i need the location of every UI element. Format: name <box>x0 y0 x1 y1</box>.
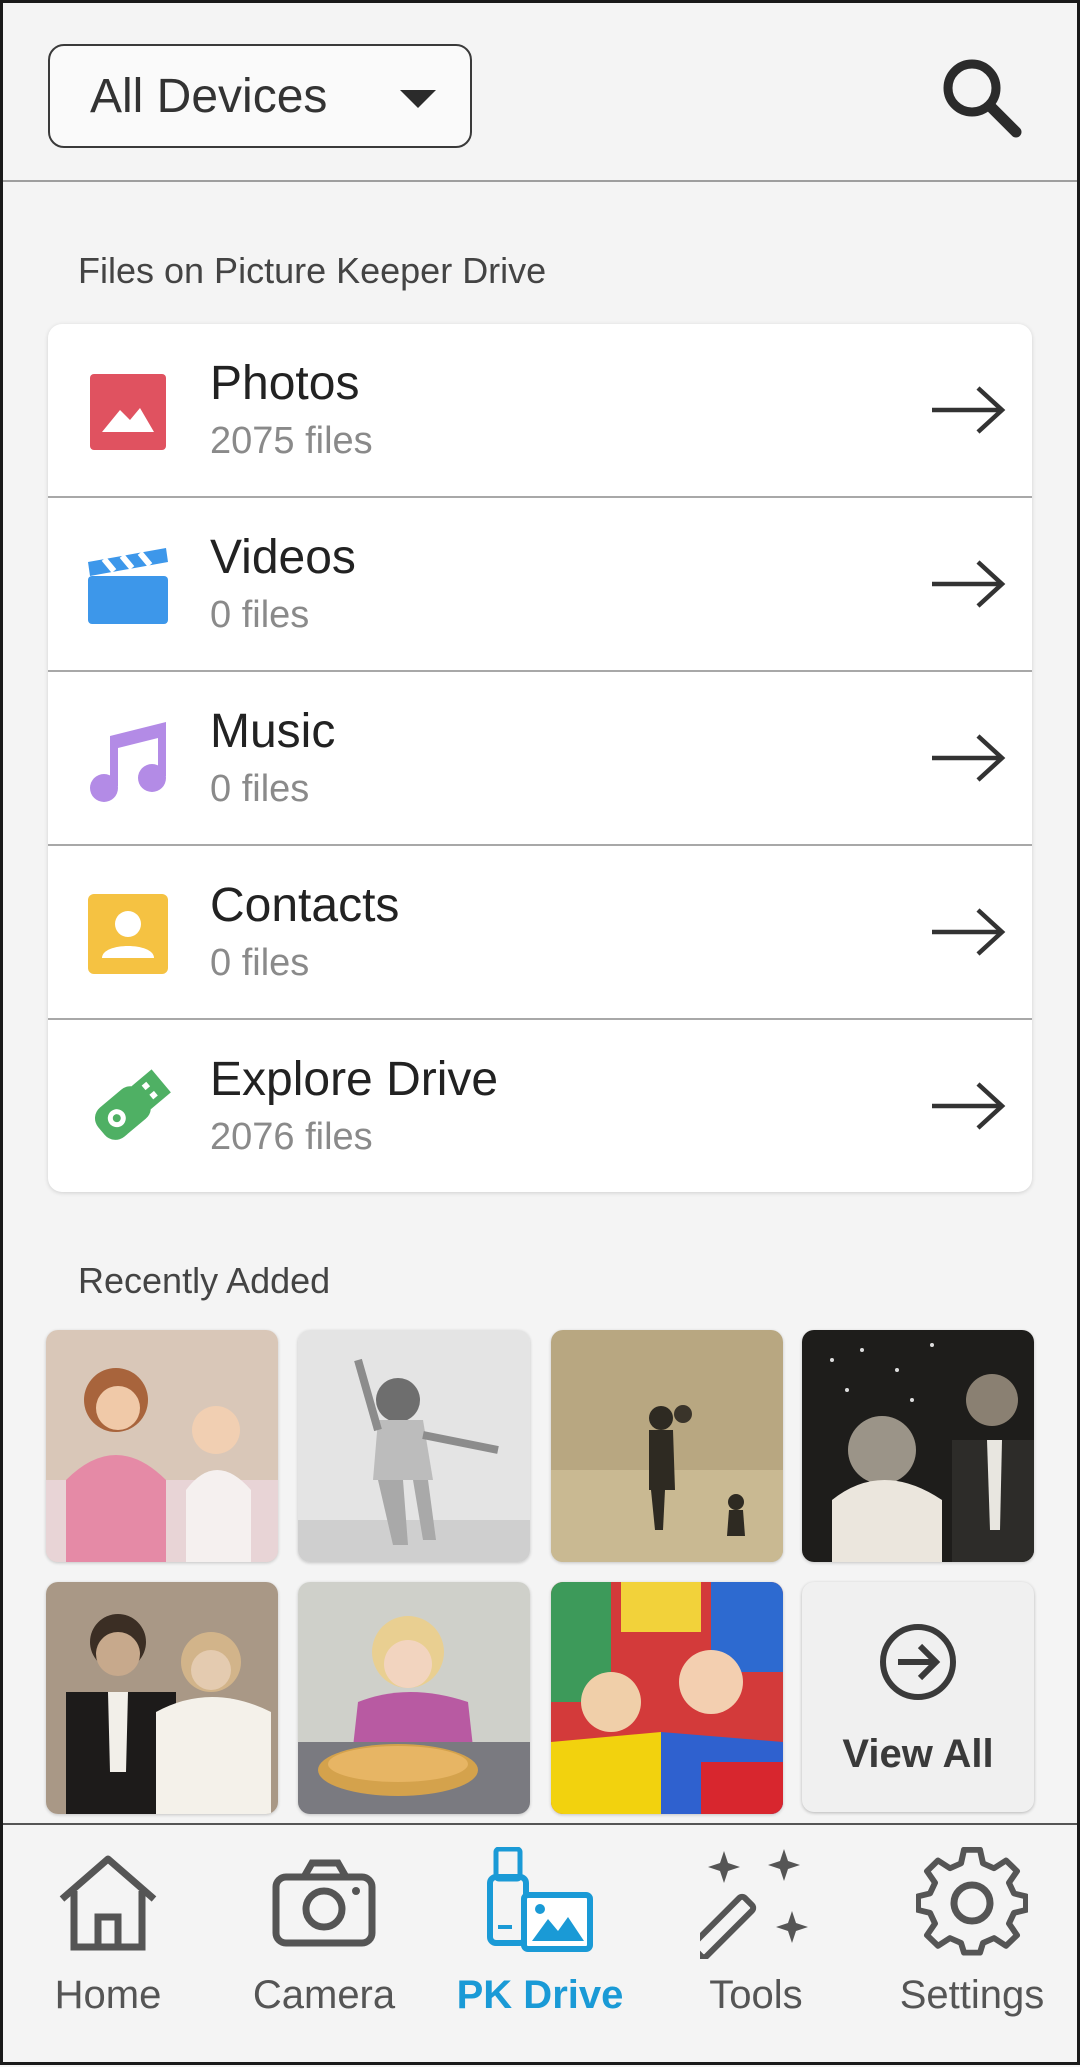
nav-label: Tools <box>709 1973 803 2017</box>
device-filter-value: All Devices <box>90 69 328 123</box>
category-title: Explore Drive <box>210 1053 499 1106</box>
nav-item-home[interactable]: Home <box>0 1825 216 2067</box>
gear-icon <box>916 1847 1028 1956</box>
view-all-button[interactable]: View All <box>802 1582 1034 1812</box>
music-note-icon <box>90 722 166 802</box>
arrow-circle-right-icon <box>880 1624 956 1700</box>
arrow-right-icon <box>932 734 1006 782</box>
nav-item-pk-drive[interactable]: PK Drive <box>432 1825 648 2067</box>
category-count: 0 files <box>210 942 310 984</box>
file-categories-card: Photos 2075 files Videos 0 files Music 0… <box>48 324 1032 1192</box>
category-title: Music <box>210 705 336 758</box>
search-icon <box>943 59 1022 138</box>
device-filter-dropdown[interactable]: All Devices <box>48 44 472 148</box>
arrow-right-icon <box>932 908 1006 956</box>
contact-card-icon <box>88 894 168 974</box>
category-row-explore-drive[interactable]: Explore Drive 2076 files <box>48 1020 1032 1192</box>
recent-photo-thumbnail[interactable] <box>46 1330 278 1562</box>
nav-label: Home <box>54 1973 162 2017</box>
recent-photo-thumbnail[interactable] <box>551 1582 783 1814</box>
category-row-music[interactable]: Music 0 files <box>48 672 1032 846</box>
arrow-right-icon <box>932 1082 1006 1130</box>
top-bar: All Devices <box>0 0 1080 182</box>
category-title: Photos <box>210 357 360 410</box>
category-row-contacts[interactable]: Contacts 0 files <box>48 846 1032 1020</box>
nav-item-tools[interactable]: Tools <box>648 1825 864 2067</box>
category-title: Contacts <box>210 879 400 932</box>
view-all-label: View All <box>842 1732 994 1776</box>
nav-label: PK Drive <box>456 1973 624 2017</box>
home-icon <box>59 1855 157 1951</box>
chevron-down-icon <box>400 90 436 108</box>
nav-label: Camera <box>252 1973 396 2017</box>
arrow-right-icon <box>932 560 1006 608</box>
recent-section-label: Recently Added <box>78 1260 331 1301</box>
nav-item-camera[interactable]: Camera <box>216 1825 432 2067</box>
nav-label: Settings <box>899 1973 1045 2017</box>
search-button[interactable] <box>936 52 1026 142</box>
category-row-photos[interactable]: Photos 2075 files <box>48 324 1032 498</box>
recent-photo-thumbnail[interactable] <box>551 1330 783 1562</box>
category-count: 0 files <box>210 594 310 636</box>
recent-photo-thumbnail[interactable] <box>46 1582 278 1814</box>
camera-icon <box>272 1859 376 1947</box>
recent-photo-thumbnail[interactable] <box>298 1330 530 1562</box>
category-count: 2075 files <box>210 420 373 462</box>
arrow-right-icon <box>932 386 1006 434</box>
bottom-navigation-bar: Home Camera PK Drive Tools Settings <box>0 1823 1080 2067</box>
category-count: 2076 files <box>210 1116 373 1158</box>
recent-photo-thumbnail[interactable] <box>298 1582 530 1814</box>
photo-icon <box>90 374 166 450</box>
recent-photo-thumbnail[interactable] <box>802 1330 1034 1562</box>
category-row-videos[interactable]: Videos 0 files <box>48 498 1032 672</box>
category-count: 0 files <box>210 768 310 810</box>
magic-wand-icon <box>700 1849 808 1959</box>
files-section-label: Files on Picture Keeper Drive <box>78 250 547 291</box>
clapperboard-icon <box>88 548 168 624</box>
usb-drive-icon <box>94 1069 171 1140</box>
nav-item-settings[interactable]: Settings <box>864 1825 1080 2067</box>
category-title: Videos <box>210 531 356 584</box>
pk-drive-icon <box>487 1847 593 1952</box>
